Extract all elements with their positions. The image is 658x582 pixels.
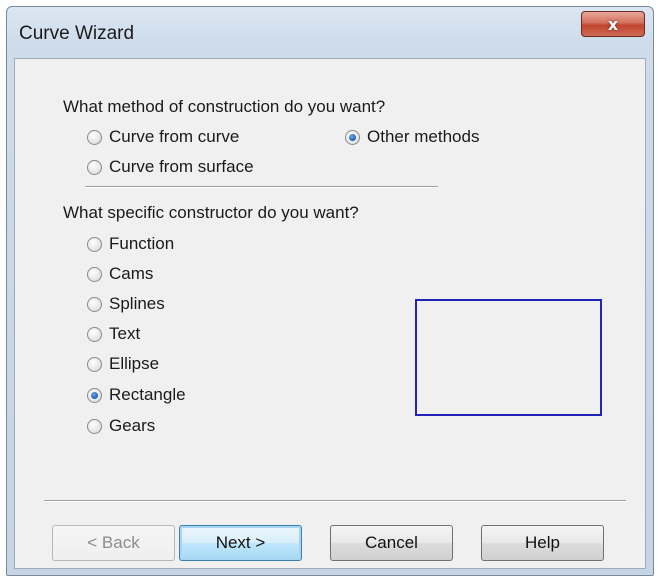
radio-label: Splines <box>109 294 165 313</box>
radio-function[interactable]: Function <box>87 234 174 254</box>
radio-ellipse[interactable]: Ellipse <box>87 354 159 374</box>
radio-button-icon <box>87 266 102 282</box>
radio-rectangle[interactable]: Rectangle <box>87 385 186 405</box>
radio-label: Gears <box>109 416 156 435</box>
radio-button-icon <box>87 296 102 312</box>
radio-label: Text <box>109 324 141 343</box>
title-bar[interactable]: Curve Wizard x <box>7 7 653 59</box>
next-button[interactable]: Next > <box>179 525 302 561</box>
radio-text[interactable]: Text <box>87 324 140 344</box>
radio-curve-from-surface[interactable]: Curve from surface <box>87 157 254 177</box>
radio-label: Function <box>109 234 175 253</box>
radio-label: Curve from surface <box>109 157 254 176</box>
cancel-button[interactable]: Cancel <box>330 525 453 561</box>
window-title: Curve Wizard <box>19 23 135 44</box>
close-icon: x <box>607 14 619 34</box>
radio-label: Ellipse <box>109 354 160 373</box>
radio-button-icon <box>87 418 102 434</box>
radio-curve-from-curve[interactable]: Curve from curve <box>87 127 239 147</box>
radio-splines[interactable]: Splines <box>87 294 165 314</box>
radio-other-methods[interactable]: Other methods <box>345 127 479 147</box>
radio-cams[interactable]: Cams <box>87 264 153 284</box>
method-question-label: What method of construction do you want? <box>63 97 386 116</box>
radio-button-icon <box>87 356 102 372</box>
radio-label: Curve from curve <box>109 127 240 146</box>
help-button[interactable]: Help <box>481 525 604 561</box>
constructor-question-label: What specific constructor do you want? <box>63 203 359 222</box>
radio-button-icon <box>87 159 102 175</box>
rectangle-preview <box>415 299 602 416</box>
radio-gears[interactable]: Gears <box>87 416 155 436</box>
radio-button-checked-icon <box>345 129 360 145</box>
button-row-divider <box>44 500 626 502</box>
curve-wizard-dialog: Curve Wizard x What method of constructi… <box>6 6 654 576</box>
radio-label: Other methods <box>367 127 480 146</box>
radio-button-icon <box>87 326 102 342</box>
radio-button-icon <box>87 236 102 252</box>
dialog-body: What method of construction do you want?… <box>14 58 646 569</box>
radio-button-checked-icon <box>87 387 102 403</box>
close-button[interactable]: x <box>581 11 645 37</box>
section-divider <box>85 186 438 188</box>
radio-button-icon <box>87 129 102 145</box>
back-button[interactable]: < Back <box>52 525 175 561</box>
radio-label: Cams <box>109 264 154 283</box>
radio-label: Rectangle <box>109 385 186 404</box>
